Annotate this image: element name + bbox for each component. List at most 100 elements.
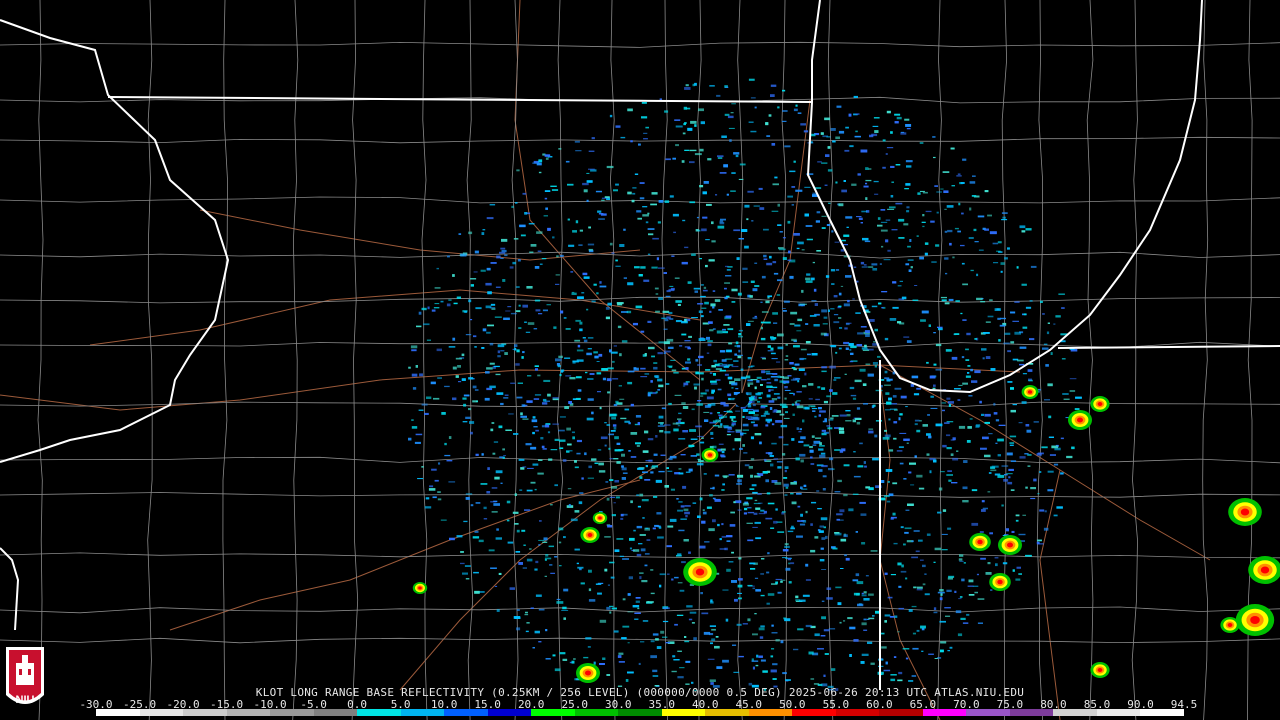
echo-pixel [801,289,804,293]
echo-pixel [752,288,758,292]
echo-pixel [819,525,824,528]
echo-pixel [689,611,697,614]
echo-pixel [903,543,906,546]
echo-pixel [834,241,840,243]
echo-pixel [711,240,716,243]
echo-pixel [579,321,583,325]
echo-pixel [718,443,724,445]
echo-pixel [782,308,786,309]
echo-pixel [825,275,830,278]
echo-pixel [747,618,751,622]
echo-pixel [437,491,441,493]
echo-pixel [481,347,485,349]
colorbar-segment [1140,709,1184,716]
echo-pixel [813,288,817,292]
echo-pixel [657,536,664,539]
echo-pixel [705,264,708,268]
echo-pixel [474,346,477,348]
echo-pixel [868,428,874,430]
echo-pixel [709,494,713,497]
echo-pixel [698,338,706,341]
echo-pixel [954,388,961,390]
echo-pixel [543,379,551,382]
echo-pixel [575,397,581,400]
echo-pixel [530,244,537,247]
echo-pixel [838,130,845,134]
echo-pixel [747,511,755,514]
echo-pixel [538,544,541,546]
echo-pixel [860,261,865,265]
echo-pixel [657,352,663,355]
echo-pixel [640,548,646,552]
echo-pixel [522,567,527,569]
echo-pixel [539,520,542,522]
echo-pixel [585,371,588,374]
echo-pixel [790,492,794,495]
echo-pixel [805,280,813,283]
echo-pixel [685,107,691,110]
echo-pixel [748,418,753,420]
echo-pixel [713,359,717,363]
echo-pixel [464,311,467,313]
echo-pixel [738,178,744,180]
echo-pixel [741,229,748,232]
echo-pixel [771,648,775,650]
echo-pixel [806,273,811,276]
echo-pixel [545,629,548,632]
echo-pixel [1063,398,1070,400]
echo-pixel [929,470,932,474]
echo-pixel [563,536,566,539]
echo-pixel [600,213,607,216]
echo-pixel [716,666,723,669]
echo-pixel [845,410,851,412]
echo-pixel [598,462,604,466]
echo-pixel [754,386,757,390]
echo-pixel [770,463,774,467]
echo-pixel [960,617,966,620]
echo-pixel [565,328,571,330]
echo-pixel [881,646,887,649]
echo-pixel [872,457,879,461]
echo-pixel [619,398,625,400]
echo-pixel [528,223,535,225]
echo-pixel [726,434,731,436]
echo-pixel [690,455,697,457]
echo-pixel [499,456,504,459]
echo-pixel [782,672,787,675]
echo-pixel [661,317,667,320]
echo-pixel [993,412,998,415]
echo-pixel [639,534,646,536]
echo-pixel [784,545,790,548]
echo-pixel [424,412,429,415]
echo-pixel [643,279,650,282]
echo-pixel [896,450,903,452]
echo-pixel [913,530,920,532]
echo-pixel [850,345,857,349]
echo-pixel [576,359,584,362]
echo-pixel [589,373,595,375]
echo-pixel [854,135,861,138]
echo-pixel [719,538,722,541]
echo-pixel [574,510,580,513]
echo-pixel [670,287,675,291]
echo-pixel [894,121,899,124]
echo-pixel [944,422,950,424]
echo-pixel [868,617,875,620]
echo-pixel [704,541,710,543]
echo-pixel [1019,363,1025,366]
echo-pixel [706,506,712,509]
echo-pixel [784,386,788,389]
echo-pixel [719,417,723,419]
echo-pixel [865,363,871,366]
echo-pixel [572,230,577,233]
echo-pixel [839,414,847,417]
echo-pixel [805,579,811,581]
echo-pixel [489,385,496,389]
echo-pixel [728,364,734,366]
echo-pixel [1030,497,1036,500]
echo-pixel [484,397,490,401]
echo-pixel [599,663,605,665]
echo-pixel [797,380,800,383]
echo-pixel [822,488,826,491]
echo-pixel [496,609,500,612]
